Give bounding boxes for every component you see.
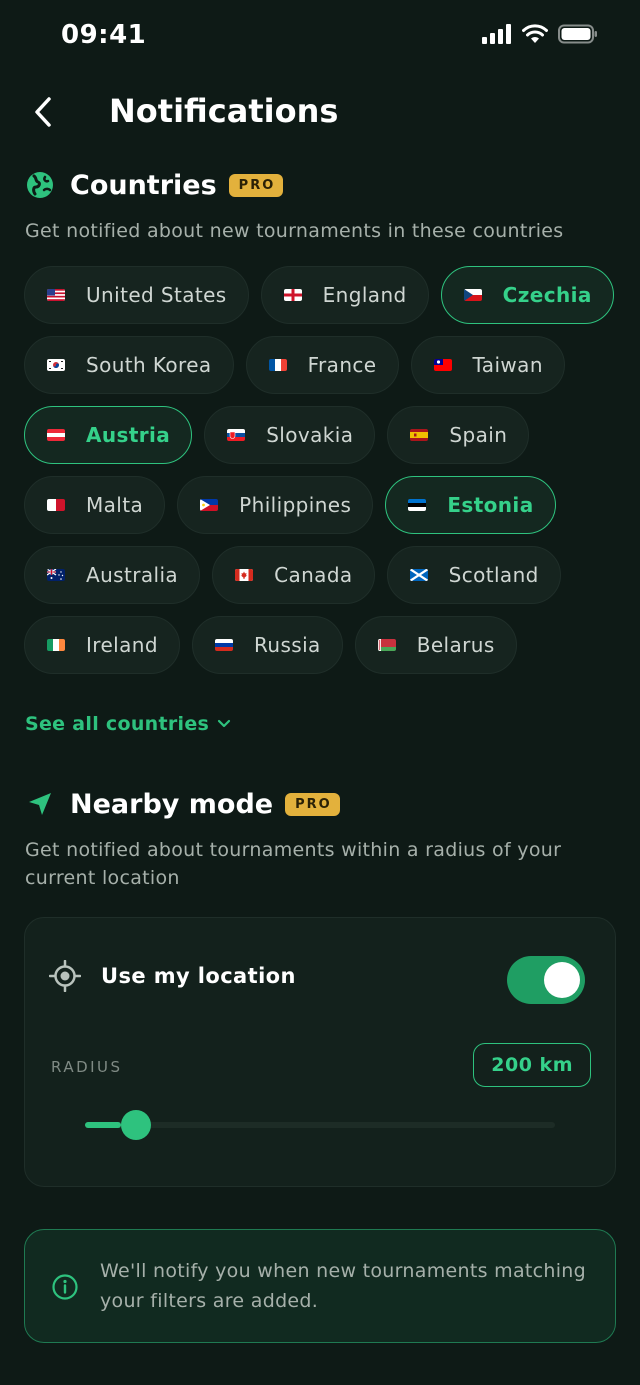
country-chip-label: Czechia: [502, 283, 592, 307]
crosshair-icon: [49, 960, 81, 992]
slider-track: [85, 1122, 555, 1128]
countries-section-header: Countries PRO: [24, 165, 284, 205]
flag-kr-icon: [47, 359, 65, 371]
country-chip-label: Austria: [86, 423, 171, 447]
country-chip-label: Scotland: [448, 563, 539, 587]
flag-mt-icon: [47, 499, 65, 511]
use-location-label: Use my location: [101, 964, 296, 988]
flag-ru-icon: [214, 639, 233, 651]
flag-ee-icon: [408, 499, 427, 511]
flag-sc-icon: [409, 569, 428, 581]
country-chip-label: Malta: [86, 493, 144, 517]
nearby-section-header: Nearby mode PRO: [24, 784, 340, 824]
country-chip-cz[interactable]: Czechia: [440, 266, 614, 324]
flag-es-icon: [410, 429, 429, 441]
info-text: We'll notify you when new tournaments ma…: [100, 1256, 600, 1316]
wifi-icon: [522, 24, 548, 48]
info-icon: [52, 1274, 78, 1300]
country-chip-ru[interactable]: Russia: [191, 616, 343, 674]
location-card: Use my location RADIUS 200 km: [24, 917, 616, 1187]
country-chip-label: Taiwan: [472, 353, 543, 377]
flag-sk-icon: [227, 429, 246, 441]
country-chip-label: Spain: [449, 423, 508, 447]
country-chip-ca[interactable]: Canada: [212, 546, 375, 604]
info-box: We'll notify you when new tournaments ma…: [24, 1229, 616, 1343]
country-chip-sk[interactable]: Slovakia: [204, 406, 376, 464]
toggle-knob: [544, 962, 580, 998]
flag-ph-icon: [200, 499, 219, 511]
country-chip-at[interactable]: Austria: [24, 406, 193, 464]
info-text-line1: We'll notify you when new tournaments ma…: [100, 1260, 587, 1282]
country-chip-en[interactable]: England: [260, 266, 429, 324]
country-chip-mt[interactable]: Malta: [24, 476, 166, 534]
chevron-left-icon: [35, 97, 51, 127]
country-chip-ph[interactable]: Philippines: [177, 476, 374, 534]
flag-au-icon: [47, 569, 65, 581]
country-chip-label: Philippines: [239, 493, 352, 517]
country-chip-es[interactable]: Spain: [387, 406, 530, 464]
countries-title: Countries: [70, 169, 217, 201]
status-icons: [482, 24, 598, 48]
country-chip-label: France: [307, 353, 377, 377]
country-chip-fr[interactable]: France: [245, 336, 399, 394]
country-chip-label: United States: [86, 283, 227, 307]
flag-tw-icon: [433, 359, 452, 371]
flag-us-icon: [47, 289, 65, 301]
status-bar: 09:41: [0, 0, 640, 74]
country-chip-kr[interactable]: South Korea: [24, 336, 234, 394]
page-title: Notifications: [109, 92, 339, 130]
pro-badge: PRO: [228, 173, 284, 197]
country-chip-tw[interactable]: Taiwan: [410, 336, 565, 394]
radius-label: RADIUS: [51, 1058, 123, 1076]
back-button[interactable]: [26, 92, 60, 132]
country-chip-label: Australia: [86, 563, 179, 587]
battery-icon: [558, 24, 598, 48]
country-chip-sc[interactable]: Scotland: [386, 546, 561, 604]
chevron-down-icon: [218, 719, 231, 728]
use-location-toggle[interactable]: [507, 956, 585, 1004]
country-chip-by[interactable]: Belarus: [354, 616, 517, 674]
country-chip-ie[interactable]: Ireland: [24, 616, 180, 674]
see-all-label: See all countries: [25, 713, 210, 735]
countries-description: Get notified about new tournaments in th…: [25, 220, 564, 242]
use-location-row: Use my location: [49, 960, 296, 992]
radius-value[interactable]: 200 km: [473, 1043, 591, 1087]
country-chip-label: Slovakia: [266, 423, 354, 447]
country-chip-label: Ireland: [86, 633, 158, 657]
country-chip-list: United States England Czechia South Korea Fr…: [24, 266, 616, 674]
info-text-line2: your filters are added.: [100, 1290, 319, 1312]
slider-thumb[interactable]: [120, 1110, 151, 1140]
status-time: 09:41: [61, 20, 147, 50]
country-chip-label: Belarus: [416, 633, 495, 657]
country-chip-ee[interactable]: Estonia: [385, 476, 556, 534]
globe-icon: [24, 169, 56, 201]
radius-slider[interactable]: [85, 1110, 555, 1140]
nearby-description: Get notified about tournaments within a …: [25, 836, 561, 892]
nearby-description-line2: current location: [25, 867, 180, 889]
flag-by-icon: [377, 639, 396, 651]
nearby-description-line1: Get notified about tournaments within a …: [25, 839, 562, 861]
flag-cz-icon: [463, 289, 482, 301]
flag-ca-icon: [235, 569, 254, 581]
flag-at-icon: [47, 429, 65, 441]
country-chip-label: Russia: [253, 633, 321, 657]
flag-en-icon: [283, 289, 302, 301]
flag-fr-icon: [268, 359, 287, 371]
country-chip-us[interactable]: United States: [24, 266, 249, 324]
slider-fill: [85, 1122, 121, 1128]
header: Notifications: [0, 84, 640, 140]
country-chip-label: South Korea: [86, 353, 212, 377]
pro-badge: PRO: [285, 792, 340, 816]
country-chip-au[interactable]: Australia: [24, 546, 201, 604]
navigation-arrow-icon: [24, 788, 56, 820]
country-chip-label: Estonia: [447, 493, 534, 517]
cellular-signal-icon: [482, 24, 512, 48]
country-chip-label: Canada: [274, 563, 353, 587]
flag-ie-icon: [47, 639, 65, 651]
country-chip-label: England: [322, 283, 407, 307]
nearby-title: Nearby mode: [70, 788, 274, 820]
see-all-countries-link[interactable]: See all countries: [25, 713, 231, 735]
